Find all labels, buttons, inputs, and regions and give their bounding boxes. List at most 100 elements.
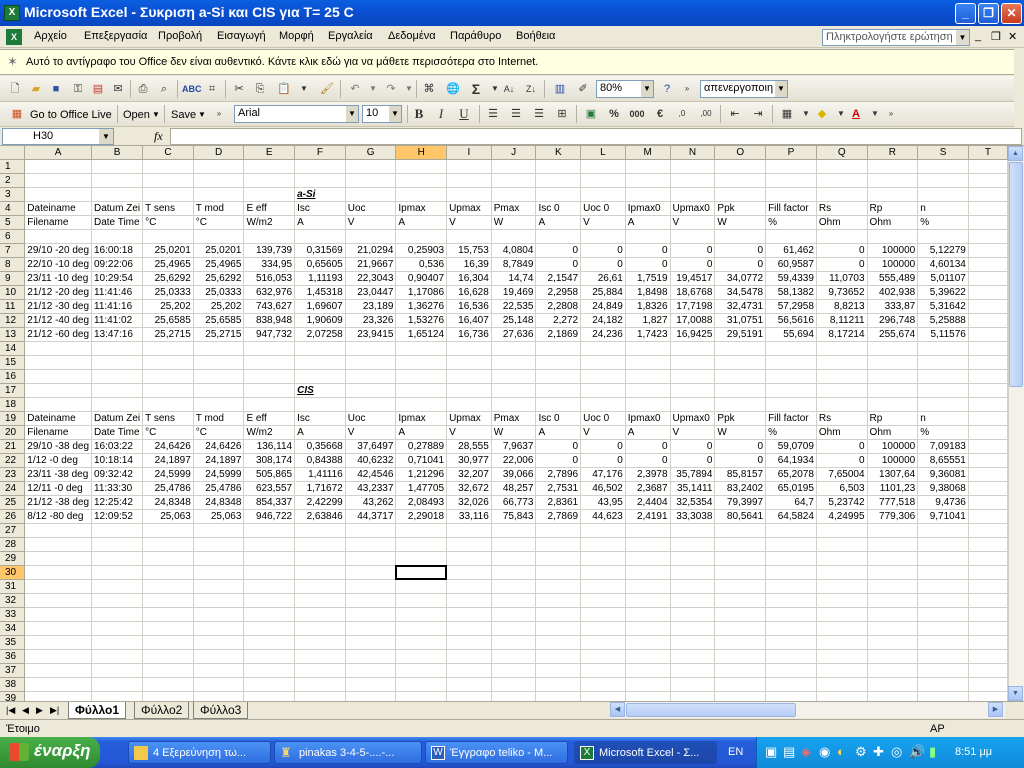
cell[interactable] (765, 523, 817, 539)
cell[interactable] (142, 691, 194, 701)
cell[interactable] (24, 341, 92, 357)
cell[interactable] (816, 355, 868, 371)
cell[interactable]: Uoc (345, 201, 397, 217)
column-header-b[interactable]: B (91, 146, 144, 161)
spelling-icon[interactable]: ABC (182, 80, 202, 98)
cell[interactable]: 8,17214 (816, 327, 868, 343)
cell[interactable]: 0,35668 (294, 439, 346, 455)
cell[interactable]: 2,07258 (294, 327, 346, 343)
cell[interactable] (670, 579, 716, 595)
cell[interactable] (446, 159, 492, 175)
sheet-row[interactable]: 39 (0, 691, 1008, 701)
cell[interactable]: 0,536 (395, 257, 448, 273)
cell[interactable]: 1,36276 (395, 299, 448, 315)
cell[interactable] (395, 523, 448, 539)
sheet-row[interactable]: 16 (0, 369, 1008, 385)
cell[interactable] (917, 593, 969, 609)
cell[interactable] (765, 551, 817, 567)
tray-bluetooth-icon[interactable]: ◎ (891, 744, 902, 760)
cell[interactable]: 31,0751 (714, 313, 767, 329)
zoom-dropdown-icon[interactable]: ▼ (641, 81, 653, 97)
column-header-m[interactable]: M (625, 146, 671, 161)
cell[interactable]: 23/11 -10 deg (24, 271, 92, 287)
cell[interactable]: 0 (625, 243, 671, 259)
cell[interactable] (765, 691, 817, 701)
cell[interactable] (91, 173, 144, 189)
language-indicator[interactable]: EN (728, 746, 743, 758)
cell[interactable]: 2,8361 (535, 495, 582, 511)
cell[interactable] (816, 691, 868, 701)
cell[interactable] (625, 187, 671, 203)
menu-tools[interactable]: Εργαλεία (328, 30, 373, 42)
cell[interactable] (816, 635, 868, 651)
column-header-o[interactable]: O (714, 146, 767, 161)
tray-battery-icon[interactable]: ▮ (929, 744, 936, 760)
cell[interactable]: 64,7 (765, 495, 817, 511)
formula-input[interactable] (170, 128, 1022, 145)
cell[interactable]: 21/12 -30 deg (24, 299, 92, 315)
email-icon[interactable]: ✉ (109, 80, 127, 98)
cell[interactable] (714, 551, 767, 567)
cell[interactable]: 2,3687 (625, 481, 671, 497)
cell[interactable] (867, 565, 919, 581)
cell[interactable]: 0 (580, 257, 626, 273)
cell[interactable]: 85,8157 (714, 467, 767, 483)
align-center-icon[interactable]: ☰ (507, 105, 525, 123)
cell[interactable] (243, 649, 296, 665)
cell[interactable]: E eff (243, 411, 296, 427)
cell[interactable]: 0 (670, 243, 716, 259)
sheet-row[interactable]: 15 (0, 355, 1008, 371)
sheet-row[interactable]: 9 23/11 -10 deg 10:29:54 25,6292 25,6292 516,… (0, 271, 1008, 287)
cell[interactable] (243, 677, 296, 693)
cell[interactable]: 29/10 -20 deg (24, 243, 92, 259)
doc-close-button[interactable]: ✕ (1008, 30, 1017, 43)
cell[interactable] (91, 691, 144, 701)
cell[interactable] (142, 355, 194, 371)
sheet-row[interactable]: 22 1/12 -0 deg 10:18:14 24,1897 24,1897 308,1… (0, 453, 1008, 469)
cell[interactable]: 854,337 (243, 495, 296, 511)
cell[interactable]: °C (193, 215, 245, 231)
cell[interactable] (765, 341, 817, 357)
cell[interactable] (243, 691, 296, 701)
cell[interactable]: Ohm (816, 425, 868, 441)
cell[interactable] (867, 523, 919, 539)
cell[interactable]: 34,0772 (714, 271, 767, 287)
cell[interactable]: Upmax0 (670, 411, 716, 427)
restore-button[interactable]: ❐ (978, 3, 999, 24)
cell[interactable] (294, 173, 346, 189)
cell[interactable] (867, 635, 919, 651)
cell[interactable]: V (446, 215, 492, 231)
task-excel[interactable]: X Microsoft Excel - Σ... (574, 741, 717, 764)
cell[interactable]: W (714, 425, 767, 441)
cell[interactable]: W (491, 215, 537, 231)
cell[interactable]: 9,71041 (917, 509, 969, 525)
sort-descending-icon[interactable]: Z↓ (522, 80, 540, 98)
cell[interactable]: 0 (816, 257, 868, 273)
cell[interactable] (24, 159, 92, 175)
cell[interactable]: 0,71041 (395, 453, 448, 469)
cell[interactable]: 5,39622 (917, 285, 969, 301)
cell[interactable]: 623,557 (243, 481, 296, 497)
font-combo[interactable]: Arial ▼ (234, 105, 359, 123)
cell[interactable]: 0 (714, 453, 767, 469)
cell[interactable]: 21,9667 (345, 257, 397, 273)
cell[interactable]: 25,4965 (142, 257, 194, 273)
cell[interactable]: 56,5616 (765, 313, 817, 329)
cell[interactable]: 8,65551 (917, 453, 969, 469)
cell[interactable]: 9,36081 (917, 467, 969, 483)
cell[interactable] (816, 187, 868, 203)
cell[interactable] (24, 607, 92, 623)
cell[interactable]: 66,773 (491, 495, 537, 511)
column-header-q[interactable]: Q (816, 146, 868, 161)
cell[interactable] (580, 579, 626, 595)
cell[interactable] (714, 355, 767, 371)
cell[interactable] (345, 691, 397, 701)
cell[interactable] (193, 621, 245, 637)
cell[interactable] (580, 355, 626, 371)
cell[interactable]: 35,1411 (670, 481, 716, 497)
cell[interactable] (535, 621, 582, 637)
underline-icon[interactable]: U (455, 105, 473, 123)
cell[interactable]: 24,236 (580, 327, 626, 343)
cell[interactable] (625, 369, 671, 385)
cell[interactable]: 9,73652 (816, 285, 868, 301)
